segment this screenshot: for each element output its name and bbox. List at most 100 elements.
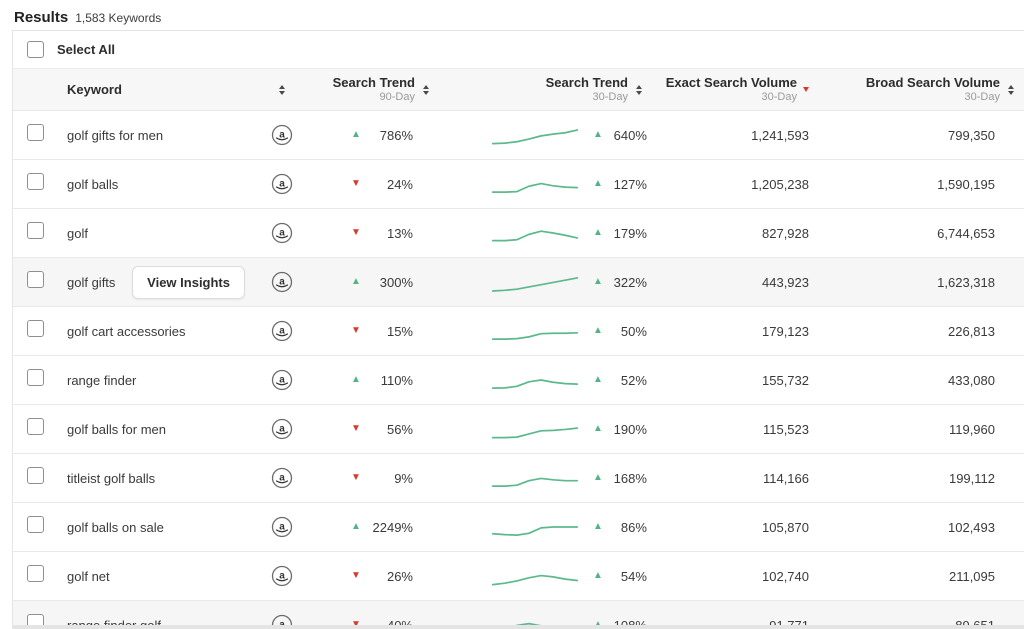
keyword-sort[interactable]: [251, 69, 313, 110]
amazon-icon[interactable]: a: [271, 369, 293, 391]
exact-volume-value: 155,732: [762, 373, 809, 388]
sparkline-chart: [491, 514, 579, 540]
trend90-value: 56%: [365, 422, 413, 437]
exact-volume-value: 1,241,593: [751, 128, 809, 143]
header-checkbox-spacer: [13, 69, 53, 110]
trend30-column-label: Search Trend: [546, 75, 628, 91]
table-row: golf a ▼ 13% ▲ 179% 827,928 6,744,65: [13, 209, 1024, 258]
trend30-arrow-icon: ▲: [593, 375, 603, 385]
amazon-icon[interactable]: a: [271, 565, 293, 587]
horizontal-scrollbar[interactable]: [12, 625, 1024, 629]
trend30-arrow-icon: ▲: [593, 179, 603, 189]
select-all-label: Select All: [57, 42, 115, 57]
broad-volume-value: 799,350: [948, 128, 995, 143]
select-all-row: Select All: [13, 31, 1024, 69]
row-checkbox[interactable]: [27, 222, 44, 239]
row-checkbox[interactable]: [27, 467, 44, 484]
broad-volume-value: 211,095: [949, 569, 995, 584]
trend90-arrow-icon: ▼: [351, 179, 365, 189]
exact-volume-column-label: Exact Search Volume: [666, 75, 797, 91]
trend30-arrow-icon: ▲: [593, 571, 603, 581]
sort-icon[interactable]: [634, 83, 644, 97]
exact-volume-value: 115,523: [763, 422, 809, 437]
amazon-icon[interactable]: a: [271, 124, 293, 146]
amazon-icon[interactable]: a: [271, 516, 293, 538]
table-row: range finder a ▲ 110% ▲ 52% 155,732: [13, 356, 1024, 405]
keyword-label: golf gifts: [67, 275, 115, 290]
results-count: 1,583 Keywords: [75, 11, 161, 25]
trend90-value: 786%: [365, 128, 413, 143]
sort-icon[interactable]: [421, 83, 431, 97]
keyword-label: titleist golf balls: [67, 471, 155, 486]
amazon-icon[interactable]: a: [271, 173, 293, 195]
trend30-value: 52%: [603, 373, 647, 388]
row-checkbox[interactable]: [27, 320, 44, 337]
amazon-icon[interactable]: a: [271, 418, 293, 440]
broad-volume-column-sublabel: 30-Day: [965, 91, 1000, 105]
broad-volume-value: 226,813: [948, 324, 995, 339]
trend90-arrow-icon: ▲: [351, 375, 365, 385]
keyword-label: golf balls on sale: [67, 520, 164, 535]
keyword-label: golf balls for men: [67, 422, 166, 437]
trend30-value: 86%: [603, 520, 647, 535]
exact-volume-value: 179,123: [762, 324, 809, 339]
exact-volume-value: 827,928: [762, 226, 809, 241]
exact-volume-column-sublabel: 30-Day: [762, 91, 797, 105]
sort-descending-icon[interactable]: [803, 87, 809, 92]
trend90-value: 9%: [365, 471, 413, 486]
amazon-icon[interactable]: a: [271, 467, 293, 489]
trend90-arrow-icon: ▲: [351, 130, 365, 140]
trend90-arrow-icon: ▼: [351, 228, 365, 238]
exact-volume-value: 443,923: [762, 275, 809, 290]
trend30-value: 640%: [603, 128, 647, 143]
row-checkbox[interactable]: [27, 565, 44, 582]
broad-volume-value: 102,493: [948, 520, 995, 535]
trend30-value: 179%: [603, 226, 647, 241]
row-checkbox[interactable]: [27, 369, 44, 386]
column-header-trend90[interactable]: Search Trend 90-Day: [313, 69, 433, 110]
amazon-icon[interactable]: a: [271, 222, 293, 244]
sort-icon[interactable]: [1006, 83, 1016, 97]
trend90-arrow-icon: ▲: [351, 277, 365, 287]
row-checkbox[interactable]: [27, 516, 44, 533]
column-header-exact-volume[interactable]: Exact Search Volume 30-Day: [658, 69, 843, 110]
sparkline-chart: [491, 416, 579, 442]
trend90-arrow-icon: ▼: [351, 326, 365, 336]
table-row: golf balls on sale a ▲ 2249% ▲ 86% 105,8…: [13, 503, 1024, 552]
trend90-value: 13%: [365, 226, 413, 241]
results-table-card: Select All Keyword Search Trend 90-Day S…: [12, 30, 1024, 629]
row-checkbox[interactable]: [27, 124, 44, 141]
row-checkbox[interactable]: [27, 173, 44, 190]
broad-volume-value: 6,744,653: [937, 226, 995, 241]
broad-volume-value: 433,080: [948, 373, 995, 388]
trend30-arrow-icon: ▲: [593, 228, 603, 238]
row-checkbox[interactable]: [27, 418, 44, 435]
trend30-value: 127%: [603, 177, 647, 192]
broad-volume-column-label: Broad Search Volume: [866, 75, 1000, 91]
amazon-icon[interactable]: a: [271, 320, 293, 342]
results-title: Results: [14, 9, 68, 26]
sparkline-chart: [491, 318, 579, 344]
column-header-trend30[interactable]: Search Trend 30-Day: [433, 69, 658, 110]
trend90-value: 300%: [365, 275, 413, 290]
sparkline-chart: [491, 171, 579, 197]
column-header-broad-volume[interactable]: Broad Search Volume 30-Day: [843, 69, 1024, 110]
sort-icon[interactable]: [277, 83, 287, 97]
exact-volume-value: 102,740: [762, 569, 809, 584]
row-checkbox[interactable]: [27, 271, 44, 288]
trend30-value: 50%: [603, 324, 647, 339]
keyword-results-page: Results 1,583 Keywords Select All Keywor…: [0, 0, 1024, 629]
view-insights-button[interactable]: View Insights: [132, 266, 245, 299]
trend90-column-sublabel: 90-Day: [380, 91, 415, 105]
broad-volume-value: 119,960: [949, 422, 995, 437]
select-all-checkbox[interactable]: [27, 41, 44, 58]
keyword-label: golf net: [67, 569, 110, 584]
table-header-row: Keyword Search Trend 90-Day Search Trend…: [13, 69, 1024, 111]
trend30-value: 54%: [603, 569, 647, 584]
trend90-arrow-icon: ▼: [351, 424, 365, 434]
column-header-keyword[interactable]: Keyword: [53, 69, 251, 110]
table-row: titleist golf balls a ▼ 9% ▲ 168% 114,16…: [13, 454, 1024, 503]
keyword-label: golf cart accessories: [67, 324, 186, 339]
exact-volume-value: 1,205,238: [751, 177, 809, 192]
amazon-icon[interactable]: a: [271, 271, 293, 293]
